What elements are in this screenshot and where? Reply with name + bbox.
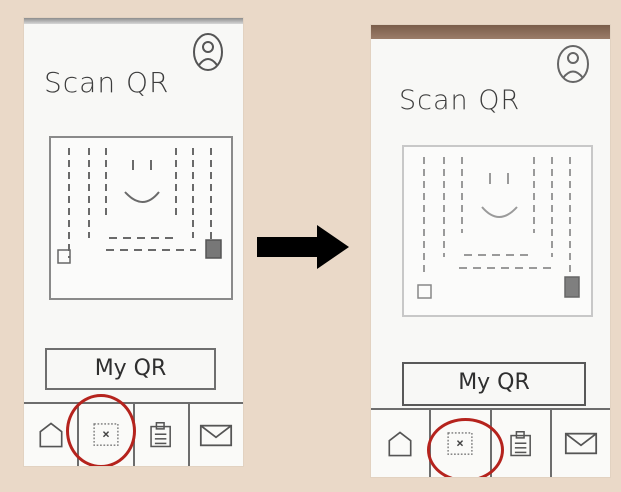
tab-home[interactable] — [371, 410, 432, 477]
page-title: Scan QR — [44, 66, 170, 99]
mail-icon — [564, 432, 597, 455]
my-qr-button[interactable]: My QR — [402, 362, 586, 406]
clipboard-icon — [509, 430, 531, 456]
qr-scan-area — [402, 145, 593, 317]
qr-scan-area — [49, 136, 233, 300]
highlight-circle — [66, 394, 136, 466]
clipboard-icon — [150, 422, 172, 448]
profile-avatar-icon[interactable] — [192, 32, 225, 72]
tab-clipboard[interactable] — [135, 404, 190, 466]
right-arrow-icon — [257, 225, 349, 269]
my-qr-button[interactable]: My QR — [45, 348, 216, 390]
home-icon — [388, 430, 412, 456]
home-icon — [39, 422, 63, 448]
canvas: { "screens": [ { "title": "Scan QR", "my… — [0, 0, 621, 492]
tab-mail[interactable] — [552, 410, 610, 477]
right-phone-sketch: Scan QR My QR — [371, 25, 610, 477]
mail-icon — [200, 424, 233, 446]
tab-mail[interactable] — [190, 404, 243, 466]
sketch-top-edge — [24, 18, 243, 24]
left-phone-sketch: Scan QR My QR — [24, 18, 243, 466]
highlight-circle — [427, 418, 504, 477]
profile-avatar-icon[interactable] — [555, 43, 592, 85]
sketch-top-edge — [371, 25, 610, 39]
page-title: Scan QR — [399, 85, 521, 116]
